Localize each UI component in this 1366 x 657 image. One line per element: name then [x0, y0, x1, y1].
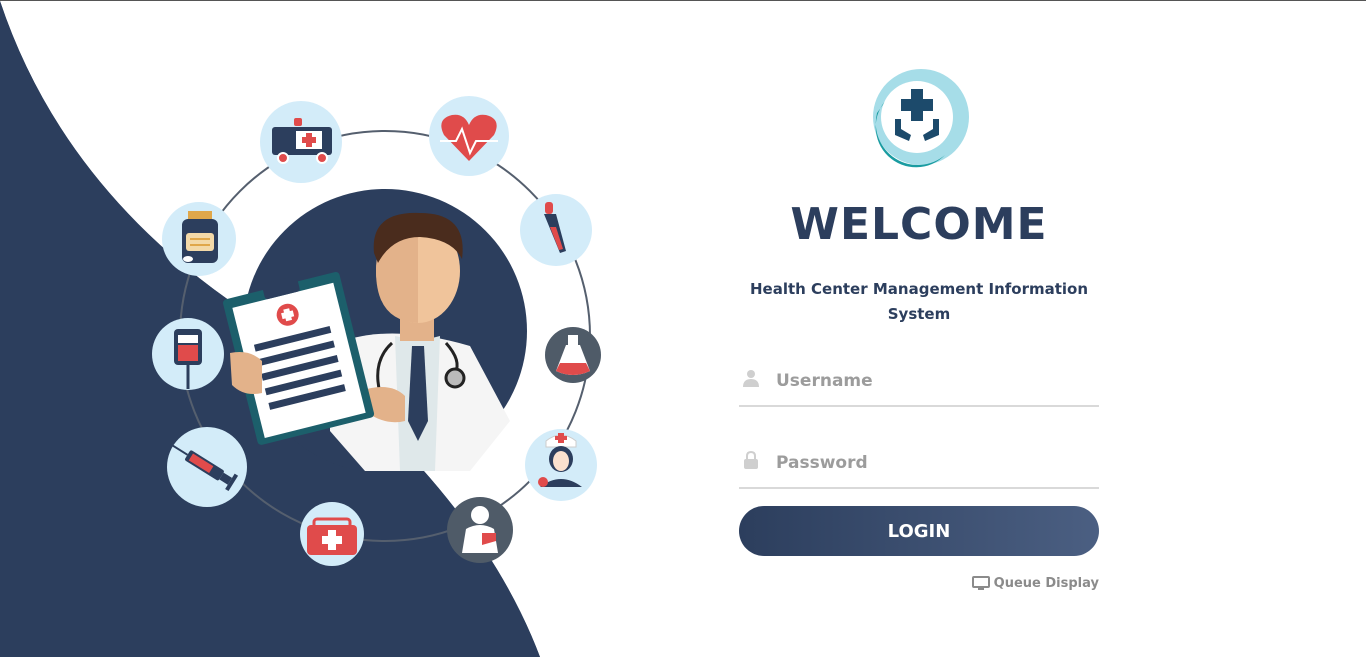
medicine-bottle-icon — [162, 202, 236, 276]
first-aid-kit-icon — [300, 502, 364, 566]
system-subtitle: Health Center Management Information Sys… — [749, 280, 1089, 323]
password-field-wrapper — [739, 447, 1099, 489]
lock-icon — [744, 451, 758, 469]
ambulance-icon — [260, 101, 342, 183]
heart-rate-icon — [429, 96, 509, 176]
doctor-illustration — [0, 1, 601, 657]
welcome-heading: WELCOME — [790, 199, 1048, 250]
monitor-icon — [971, 576, 990, 590]
queue-display-link[interactable]: Queue Display — [971, 573, 1099, 593]
blood-bag-icon — [152, 318, 224, 390]
password-input[interactable] — [774, 447, 1098, 479]
nurse-icon — [525, 429, 597, 501]
username-input[interactable] — [774, 365, 1098, 397]
username-field-wrapper — [739, 365, 1099, 407]
login-button[interactable]: LOGIN — [739, 506, 1099, 556]
dropper-icon — [520, 194, 592, 266]
patient-icon — [447, 497, 513, 563]
user-icon — [743, 370, 759, 387]
login-panel: WELCOME Health Center Management Informa… — [739, 1, 1099, 657]
flask-icon — [545, 327, 601, 383]
health-center-logo — [873, 69, 969, 168]
queue-display-label: Queue Display — [993, 575, 1099, 591]
